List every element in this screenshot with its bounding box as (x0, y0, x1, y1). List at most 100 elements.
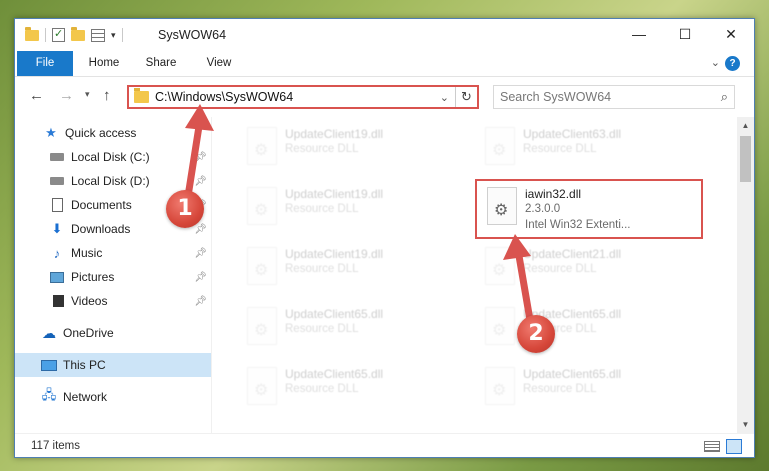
sidebar-item-pictures[interactable]: Pictures 📌︎ (15, 265, 211, 289)
file-tile-iawin32[interactable]: iawin32.dll 2.3.0.0 Intel Win32 Extenti.… (475, 179, 703, 239)
window-controls: — ☐ ✕ (616, 19, 754, 49)
sidebar-item-downloads[interactable]: ⬇ Downloads 📌︎ (15, 217, 211, 241)
sidebar-item-label: Downloads (71, 222, 131, 236)
scroll-down-arrow-icon[interactable]: ▼ (737, 416, 754, 433)
file-name: UpdateClient21.dll (523, 247, 622, 261)
properties-icon[interactable] (91, 28, 105, 42)
address-bar[interactable]: C:\Windows\SysWOW64 ⌄ ↻ (127, 85, 479, 109)
dll-file-icon (247, 127, 277, 165)
file-tile[interactable]: UpdateClient65.dll Resource DLL (475, 361, 705, 413)
cloud-icon: ☁ (42, 324, 56, 341)
expand-ribbon-chevron-icon[interactable]: ⌄ (711, 56, 720, 69)
back-arrow-icon[interactable]: ← (29, 87, 44, 104)
sidebar-item-local-disk-c[interactable]: Local Disk (C:) 📌︎ (15, 145, 211, 169)
refresh-icon[interactable]: ↻ (455, 87, 477, 107)
sidebar-item-documents[interactable]: Documents 📌︎ (15, 193, 211, 217)
recent-locations-chevron-icon[interactable]: ▾ (85, 89, 90, 100)
sidebar-item-label: Local Disk (C:) (71, 150, 150, 164)
sidebar-item-network[interactable]: 🖧︎ Network (15, 385, 211, 409)
sidebar-item-local-disk-d[interactable]: Local Disk (D:) 📌︎ (15, 169, 211, 193)
scroll-up-arrow-icon[interactable]: ▲ (737, 117, 754, 134)
properties-check-icon[interactable] (52, 27, 65, 42)
file-tile[interactable]: UpdateClient19.dll Resource DLL (237, 121, 467, 173)
tab-home[interactable]: Home (83, 51, 125, 76)
file-name: UpdateClient19.dll (285, 187, 384, 201)
drive-icon (49, 174, 65, 188)
dll-file-icon (485, 127, 515, 165)
file-type: Resource DLL (523, 143, 597, 155)
sidebar-item-videos[interactable]: Videos 📌︎ (15, 289, 211, 313)
computer-icon (41, 358, 57, 372)
file-type: Resource DLL (523, 323, 597, 335)
pane-divider[interactable] (211, 117, 212, 433)
pin-icon[interactable]: 📌︎ (194, 200, 207, 211)
dll-file-icon (485, 307, 515, 345)
file-name: UpdateClient65.dll (523, 367, 622, 381)
sidebar-item-label: Quick access (65, 126, 137, 140)
dll-file-icon (247, 307, 277, 345)
ribbon-tabs: File Home Share View ⌄ ? (15, 51, 754, 77)
quick-access-toolbar: ▾ (25, 26, 123, 42)
vertical-scrollbar[interactable]: ▲ ▼ (737, 117, 754, 433)
sidebar-item-label: This PC (63, 358, 106, 372)
sidebar-item-onedrive[interactable]: ☁ OneDrive (15, 321, 211, 345)
pin-icon[interactable]: 📌︎ (194, 272, 207, 283)
tab-file[interactable]: File (17, 51, 73, 76)
file-tile[interactable]: UpdateClient63.dll Resource DLL (475, 121, 705, 173)
music-icon: ♪ (53, 245, 61, 261)
file-type: Resource DLL (285, 143, 359, 155)
file-tile[interactable]: UpdateClient19.dll Resource DLL (237, 181, 467, 233)
sidebar-item-quick-access[interactable]: ★ Quick access (15, 121, 211, 145)
search-icon[interactable]: ⌕ (721, 89, 728, 105)
help-icon[interactable]: ? (725, 56, 740, 71)
file-type: Resource DLL (523, 263, 597, 275)
file-tile[interactable]: UpdateClient21.dll Resource DLL (475, 241, 705, 293)
new-folder-icon[interactable] (71, 26, 85, 41)
maximize-button[interactable]: ☐ (662, 19, 708, 49)
file-tile[interactable]: UpdateClient65.dll Resource DLL (475, 301, 705, 353)
dll-file-icon (485, 367, 515, 405)
toolbar-separator (45, 28, 46, 42)
sidebar-item-this-pc[interactable]: This PC (15, 353, 211, 377)
up-arrow-icon[interactable]: ↑ (103, 87, 111, 104)
dll-file-icon (247, 367, 277, 405)
pin-icon[interactable]: 📌︎ (194, 224, 207, 235)
tab-view[interactable]: View (199, 51, 239, 76)
pin-icon[interactable]: 📌︎ (194, 248, 207, 259)
status-bar: 117 items (15, 433, 754, 457)
pictures-icon (49, 270, 65, 284)
file-name: UpdateClient65.dll (285, 367, 384, 381)
file-tile[interactable]: UpdateClient19.dll Resource DLL (237, 241, 467, 293)
file-name: UpdateClient19.dll (285, 247, 384, 261)
sidebar-item-label: OneDrive (63, 326, 114, 340)
download-icon: ⬇ (51, 221, 63, 236)
file-name: UpdateClient63.dll (523, 127, 622, 141)
close-button[interactable]: ✕ (708, 19, 754, 49)
pin-icon[interactable]: 📌︎ (194, 296, 207, 307)
file-type: Resource DLL (285, 383, 359, 395)
tiles-view-icon[interactable] (726, 439, 742, 454)
scroll-thumb[interactable] (740, 136, 751, 182)
sidebar-item-label: Documents (71, 198, 132, 212)
search-input[interactable]: Search SysWOW64 ⌕ (493, 85, 735, 109)
dll-file-icon (487, 187, 517, 225)
file-list: UpdateClient19.dll Resource DLL UpdateCl… (215, 117, 731, 433)
sidebar-item-label: Network (63, 390, 108, 404)
customize-toolbar-chevron-icon[interactable]: ▾ (111, 30, 116, 41)
folder-icon (25, 26, 39, 41)
address-path[interactable]: C:\Windows\SysWOW64 (155, 90, 293, 104)
forward-arrow-icon[interactable]: → (59, 87, 74, 104)
address-history-chevron-icon[interactable]: ⌄ (440, 91, 449, 104)
details-view-icon[interactable] (704, 441, 720, 452)
pin-icon[interactable]: 📌︎ (194, 176, 207, 187)
pin-icon[interactable]: 📌︎ (194, 152, 207, 163)
sidebar-item-music[interactable]: ♪ Music 📌︎ (15, 241, 211, 265)
file-type: Resource DLL (285, 203, 359, 215)
file-tile[interactable]: UpdateClient65.dll Resource DLL (237, 361, 467, 413)
file-name: UpdateClient65.dll (523, 307, 622, 321)
file-tile[interactable]: UpdateClient65.dll Resource DLL (237, 301, 467, 353)
tab-share[interactable]: Share (140, 51, 182, 76)
file-type: Resource DLL (523, 383, 597, 395)
toolbar-separator (121, 28, 123, 42)
minimize-button[interactable]: — (616, 19, 662, 49)
